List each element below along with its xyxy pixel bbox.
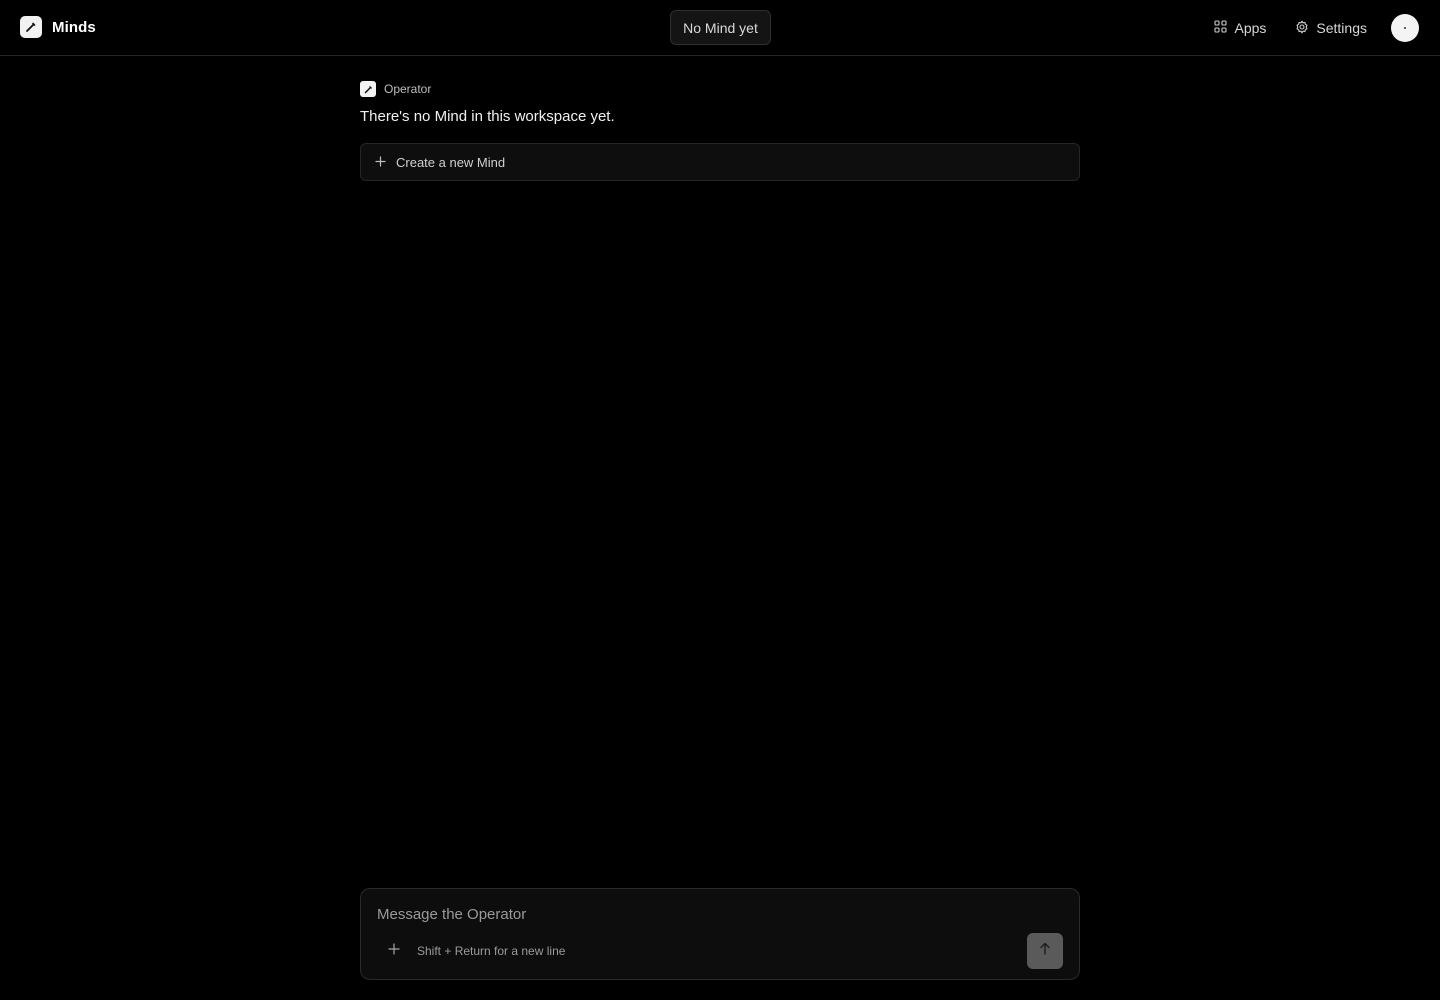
message-sender: Operator [360,80,1080,98]
top-bar: Minds No Mind yet Apps Settings [0,0,1440,56]
sender-name: Operator [384,82,432,96]
pen-nib-icon [20,16,42,38]
attach-plus-button[interactable] [385,942,403,960]
plus-icon [388,942,400,960]
settings-button[interactable]: Settings [1295,20,1367,37]
header-nav: Apps Settings [1214,12,1419,44]
send-button[interactable] [1027,933,1063,969]
message-input[interactable] [377,903,1017,925]
settings-label: Settings [1316,20,1367,36]
operator-message: There's no Mind in this workspace yet. [360,108,615,125]
message-composer: Shift + Return for a new line [360,888,1080,980]
apps-grid-icon [1214,20,1228,36]
gear-icon [1295,20,1309,37]
message-thread: Operator There's no Mind in this workspa… [360,80,1080,181]
brand-name: Minds [52,18,96,36]
plus-icon [375,155,386,170]
newline-hint: Shift + Return for a new line [417,944,566,958]
create-mind-label: Create a new Mind [396,154,506,170]
user-avatar-button[interactable] [1391,14,1419,42]
arrow-up-icon [1039,942,1051,960]
avatar-dot-icon [1404,27,1406,29]
operator-icon [360,81,376,97]
mind-selector-button[interactable]: No Mind yet [670,10,771,45]
apps-button[interactable]: Apps [1214,20,1266,36]
create-mind-button[interactable]: Create a new Mind [360,143,1080,181]
brand-home-link[interactable]: Minds [20,16,96,38]
apps-label: Apps [1234,20,1267,36]
